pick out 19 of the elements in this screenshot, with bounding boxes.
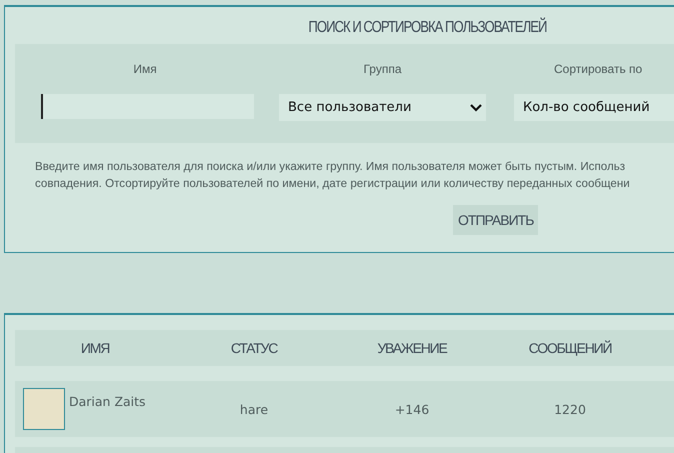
name-input-field[interactable] [40, 94, 254, 119]
column-header: ИМЯ [80, 340, 110, 356]
column-header: СТАТУС [230, 340, 279, 356]
submit-button[interactable]: ОТПРАВИТЬ [453, 205, 538, 235]
column-header: СООБЩЕНИЙ [528, 340, 612, 356]
column-header: УВАЖЕНИЕ [376, 340, 448, 356]
dropdown[interactable]: Кол-во сообщений [514, 94, 674, 121]
field-label: Имя [133, 62, 157, 78]
chevron-down-icon [470, 104, 482, 112]
field-label: Сортировать по [554, 62, 642, 78]
panel-title: ПОИСК И СОРТИРОВКА ПОЛЬЗОВАТЕЛЕЙ [307, 16, 548, 38]
avatar-placeholder [23, 388, 65, 430]
table-cell-text: +146 [394, 402, 430, 416]
table-cell-text: 1220 [553, 402, 587, 416]
table-cell-text: hare [238, 402, 270, 416]
help-text: Введите имя пользователя для поиска и/или укажите группу. Имя пользователя может быть пустым. Использ совпадения. Отсортируйте пользователей по имени, дате регистрации или количеству переданных сообщени [35, 159, 631, 192]
field-label: Группа [363, 62, 402, 78]
dropdown[interactable]: Все пользователи [279, 94, 486, 121]
user-name-link[interactable]: Darian Zaits [69, 394, 146, 409]
